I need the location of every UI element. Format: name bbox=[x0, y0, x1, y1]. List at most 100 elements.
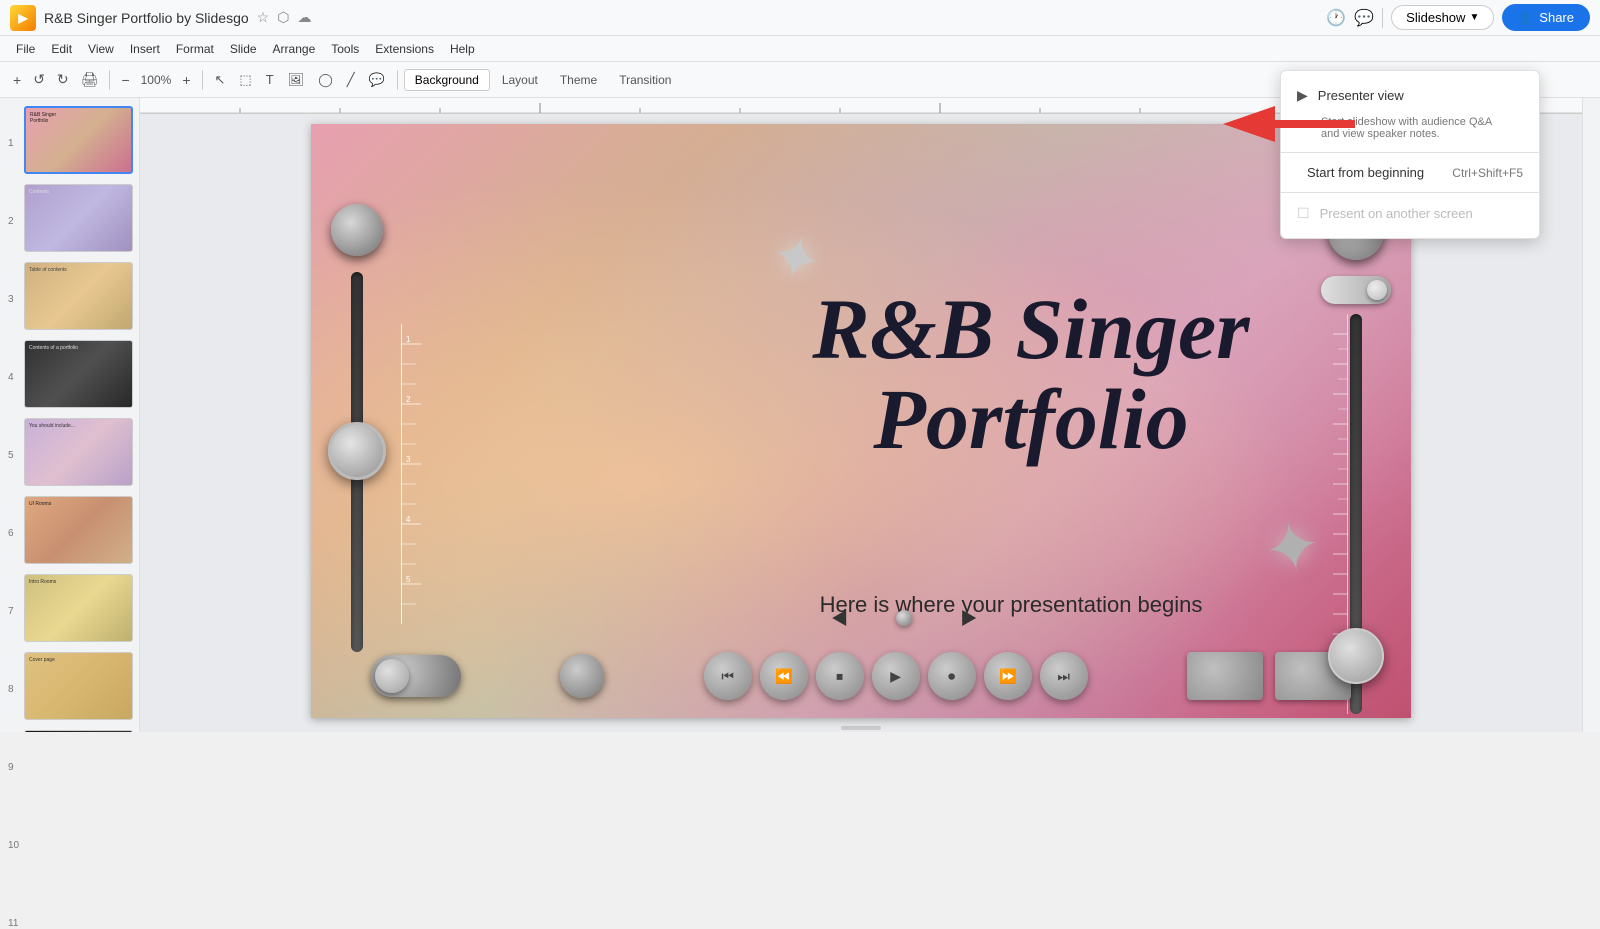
transport-btn-end[interactable]: ⏭ bbox=[1040, 652, 1088, 700]
slide-thumb-9[interactable]: My work bbox=[24, 730, 133, 732]
layout-button[interactable]: Layout bbox=[492, 70, 548, 90]
slide-thumb-3[interactable]: Table of contents bbox=[24, 262, 133, 330]
presenter-view-icon: ▶ bbox=[1297, 87, 1308, 104]
menu-help[interactable]: Help bbox=[442, 40, 483, 58]
transport-btn-stop[interactable]: ⏹ bbox=[816, 652, 864, 700]
bottom-controls-row: ⏮ ⏪ ⏹ ▶ ⏺ ⏩ bbox=[371, 652, 1351, 700]
menu-edit[interactable]: Edit bbox=[43, 40, 80, 58]
transport-controls: ⏮ ⏪ ⏹ ▶ ⏺ ⏩ bbox=[704, 652, 1088, 700]
theme-button[interactable]: Theme bbox=[550, 70, 607, 90]
zoom-in-button[interactable]: + bbox=[177, 69, 195, 91]
slide-thumb-8-label: Cover page bbox=[29, 657, 128, 663]
menu-slide[interactable]: Slide bbox=[222, 40, 265, 58]
transport-btn-1[interactable]: ⏮ bbox=[704, 652, 752, 700]
comment-tool[interactable]: 💬 bbox=[363, 69, 391, 91]
monitor-icon-1[interactable] bbox=[1187, 652, 1263, 700]
slide-num-2: 2 bbox=[8, 216, 14, 227]
left-slider-track[interactable] bbox=[351, 272, 363, 652]
slide-wrapper-2: 2 Contents bbox=[6, 184, 133, 258]
slide-wrapper-1: 1 R&B SingerPortfolio bbox=[6, 106, 133, 180]
transport-btn-3[interactable]: ⏺ bbox=[928, 652, 976, 700]
zoom-out-button[interactable]: − bbox=[116, 69, 134, 91]
scroll-bar[interactable] bbox=[841, 726, 881, 730]
toggle-switch-main[interactable] bbox=[371, 655, 461, 697]
arrow-container bbox=[1223, 106, 1355, 142]
slide-thumb-6[interactable]: UI Rooms bbox=[24, 496, 133, 564]
right-scroll-panel bbox=[1582, 98, 1600, 732]
slide-wrapper-3: 3 Table of contents bbox=[6, 262, 133, 336]
select-tool[interactable]: ↖ bbox=[209, 69, 232, 91]
menu-view[interactable]: View bbox=[80, 40, 122, 58]
start-shortcut: Ctrl+Shift+F5 bbox=[1452, 166, 1523, 180]
right-slider-handle[interactable] bbox=[1328, 628, 1384, 684]
red-arrow-indicator bbox=[1223, 106, 1355, 142]
dropdown-divider bbox=[1281, 152, 1539, 153]
image-tool[interactable]: 🖼 bbox=[282, 69, 311, 91]
slideshow-button[interactable]: Slideshow ▼ bbox=[1391, 5, 1494, 30]
transport-btn-2[interactable]: ⏪ bbox=[760, 652, 808, 700]
left-slider-handle[interactable] bbox=[328, 422, 386, 480]
menu-arrange[interactable]: Arrange bbox=[265, 40, 324, 58]
comment-icon[interactable]: 💬 bbox=[1354, 8, 1374, 28]
playhead-left-icon bbox=[832, 610, 846, 626]
slide-thumb-4[interactable]: Contents of a portfolio bbox=[24, 340, 133, 408]
slide-thumb-5[interactable]: You should include... bbox=[24, 418, 133, 486]
share-icon: 👤 bbox=[1518, 11, 1533, 25]
slide-thumb-7[interactable]: Intro Rooms bbox=[24, 574, 133, 642]
slide-num-7: 7 bbox=[8, 606, 14, 617]
menu-extensions[interactable]: Extensions bbox=[367, 40, 442, 58]
menu-file[interactable]: File bbox=[8, 40, 43, 58]
left-knob-top[interactable] bbox=[331, 204, 383, 256]
folder-icon[interactable]: ⬡ bbox=[277, 9, 289, 26]
menu-format[interactable]: Format bbox=[168, 40, 222, 58]
transport-btn-ff[interactable]: ⏩ bbox=[984, 652, 1032, 700]
line-tool[interactable]: ╱ bbox=[341, 69, 361, 91]
slide-thumb-8[interactable]: Cover page bbox=[24, 652, 133, 720]
slide-thumb-4-label: Contents of a portfolio bbox=[29, 345, 128, 351]
app-title: R&B Singer Portfolio by Slidesgo bbox=[44, 10, 249, 26]
slide-wrapper-4: 4 Contents of a portfolio bbox=[6, 340, 133, 414]
cloud-icon[interactable]: ☁ bbox=[297, 9, 311, 26]
slide-thumb-1[interactable]: R&B SingerPortfolio bbox=[24, 106, 133, 174]
slide-thumb-5-label: You should include... bbox=[29, 423, 128, 429]
toolbar-divider-2 bbox=[202, 70, 203, 90]
start-from-beginning-item[interactable]: Start from beginning Ctrl+Shift+F5 bbox=[1281, 157, 1539, 188]
print-button[interactable]: 🖨 bbox=[76, 68, 104, 91]
slideshow-dropdown: ▶ Presenter view Start slideshow with au… bbox=[1280, 70, 1540, 239]
right-slider-track[interactable] bbox=[1350, 314, 1362, 714]
slide-num-8: 8 bbox=[8, 684, 14, 695]
transition-button[interactable]: Transition bbox=[609, 70, 681, 90]
ruler-marks-left: 1 2 3 4 5 bbox=[401, 324, 441, 629]
text-tool[interactable]: T bbox=[260, 69, 280, 90]
present-another-screen-item[interactable]: ☐ Present on another screen bbox=[1281, 197, 1539, 230]
slide-thumb-7-label: Intro Rooms bbox=[29, 579, 128, 585]
history-icon[interactable]: 🕐 bbox=[1326, 8, 1346, 28]
menu-insert[interactable]: Insert bbox=[122, 40, 168, 58]
menu-tools[interactable]: Tools bbox=[323, 40, 367, 58]
undo-button[interactable]: ↺ bbox=[28, 68, 50, 91]
star-icon[interactable]: ☆ bbox=[257, 9, 270, 26]
slides-panel: 1 R&B SingerPortfolio 2 Contents 3 Table… bbox=[0, 98, 140, 732]
share-button[interactable]: 👤 Share bbox=[1502, 4, 1590, 31]
rect-tool[interactable]: ⬚ bbox=[233, 69, 257, 91]
redo-button[interactable]: ↻ bbox=[52, 68, 74, 91]
left-slider-assembly bbox=[331, 204, 383, 652]
zoom-level: 100% bbox=[137, 71, 176, 89]
svg-text:4: 4 bbox=[406, 515, 411, 524]
shape-tool[interactable]: ◯ bbox=[312, 69, 339, 91]
slide-title: R&B Singer Portfolio bbox=[731, 284, 1331, 465]
right-toggle-switch[interactable] bbox=[1321, 276, 1391, 304]
dropdown-arrow-icon: ▼ bbox=[1469, 12, 1479, 23]
slide-subtitle: Here is where your presentation begins bbox=[691, 592, 1331, 618]
background-button[interactable]: Background bbox=[404, 69, 490, 91]
control-knob-2[interactable] bbox=[560, 654, 604, 698]
divider bbox=[1382, 8, 1383, 28]
toolbar-divider-3 bbox=[397, 70, 398, 90]
cursor-tool[interactable]: + bbox=[8, 69, 26, 91]
svg-text:5: 5 bbox=[406, 575, 411, 584]
presenter-view-label: Presenter view bbox=[1318, 88, 1404, 103]
slide-canvas[interactable]: 1 2 3 4 5 bbox=[311, 124, 1411, 718]
monitor-icons bbox=[1187, 652, 1351, 700]
slide-thumb-2[interactable]: Contents bbox=[24, 184, 133, 252]
transport-btn-play[interactable]: ▶ bbox=[872, 652, 920, 700]
